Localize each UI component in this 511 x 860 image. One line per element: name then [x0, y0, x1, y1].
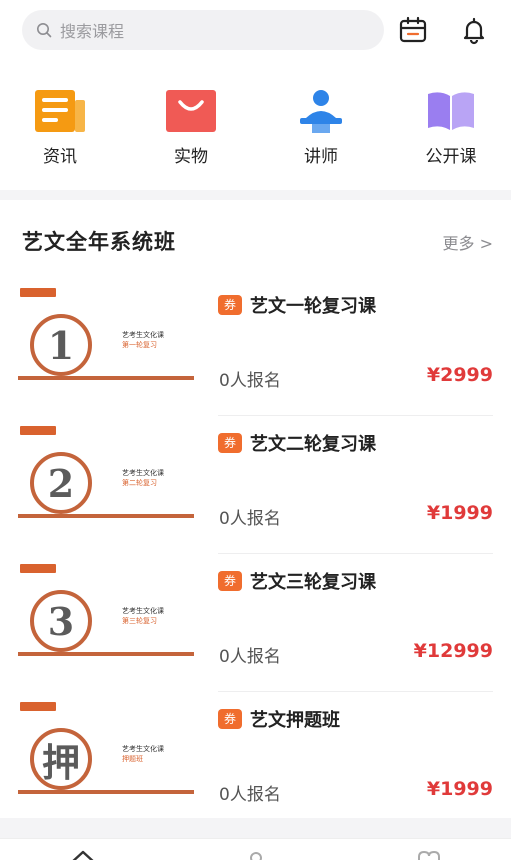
category-grid: 资讯 实物 讲师 公开课: [0, 88, 511, 178]
header: 搜索课程 资讯 实物 讲师 公开课: [0, 0, 511, 190]
enroll-count: 0人报名: [219, 647, 281, 667]
course-thumbnail: 3 艺考生文化课 第三轮复习: [18, 562, 194, 662]
coupon-badge: 券: [218, 571, 242, 591]
course-title: 艺文三轮复习课: [250, 572, 376, 593]
category-teacher[interactable]: 讲师: [271, 88, 371, 167]
enroll-count: 0人报名: [219, 785, 281, 805]
open-book-icon: [428, 92, 474, 130]
course-thumbnail: 1 艺考生文化课 第一轮复习: [18, 286, 194, 386]
heart-icon[interactable]: [414, 849, 444, 860]
category-news[interactable]: 资讯: [10, 88, 110, 167]
course-price: ¥1999: [426, 778, 493, 800]
calendar-icon[interactable]: [397, 14, 429, 46]
course-price: ¥2999: [426, 364, 493, 386]
course-title: 艺文一轮复习课: [250, 296, 376, 317]
category-goods[interactable]: 实物: [141, 88, 241, 167]
teacher-icon: [300, 90, 342, 133]
course-title: 艺文押题班: [250, 710, 340, 731]
course-price: ¥12999: [413, 640, 493, 662]
news-icon: [35, 90, 85, 132]
course-thumbnail: 押 艺考生文化课 押题班: [18, 700, 194, 800]
home-icon[interactable]: [68, 849, 98, 860]
bell-icon[interactable]: [458, 14, 490, 46]
section-title: 艺文全年系统班: [22, 230, 176, 254]
category-label: 资讯: [43, 147, 77, 167]
enroll-count: 0人报名: [219, 509, 281, 529]
coupon-badge: 券: [218, 709, 242, 729]
course-price: ¥1999: [426, 502, 493, 524]
coupon-badge: 券: [218, 433, 242, 453]
course-item[interactable]: 1 艺考生文化课 第一轮复习 券 艺文一轮复习课 0人报名 ¥2999: [0, 278, 511, 416]
course-item[interactable]: 2 艺考生文化课 第二轮复习 券 艺文二轮复习课 0人报名 ¥1999: [0, 416, 511, 554]
course-section: 艺文全年系统班 更多 > 1 艺考生文化课 第一轮复习 券 艺文一轮复习课 0人…: [0, 200, 511, 818]
course-item[interactable]: 押 艺考生文化课 押题班 券 艺文押题班 0人报名 ¥1999: [0, 692, 511, 830]
category-open-course[interactable]: 公开课: [401, 88, 501, 167]
search-icon: [37, 23, 52, 38]
user-icon[interactable]: [241, 849, 271, 860]
category-label: 公开课: [425, 147, 477, 167]
enroll-count: 0人报名: [219, 371, 281, 391]
course-thumbnail: 2 艺考生文化课 第二轮复习: [18, 424, 194, 524]
category-label: 实物: [174, 147, 208, 167]
bottom-nav: [0, 838, 511, 860]
category-label: 讲师: [304, 147, 338, 167]
more-link[interactable]: 更多 >: [443, 230, 494, 254]
course-title: 艺文二轮复习课: [250, 434, 376, 455]
search-placeholder: 搜索课程: [60, 22, 125, 41]
course-item[interactable]: 3 艺考生文化课 第三轮复习 券 艺文三轮复习课 0人报名 ¥12999: [0, 554, 511, 692]
shopping-bag-icon: [166, 90, 216, 132]
search-bar[interactable]: 搜索课程: [22, 10, 384, 50]
coupon-badge: 券: [218, 295, 242, 315]
